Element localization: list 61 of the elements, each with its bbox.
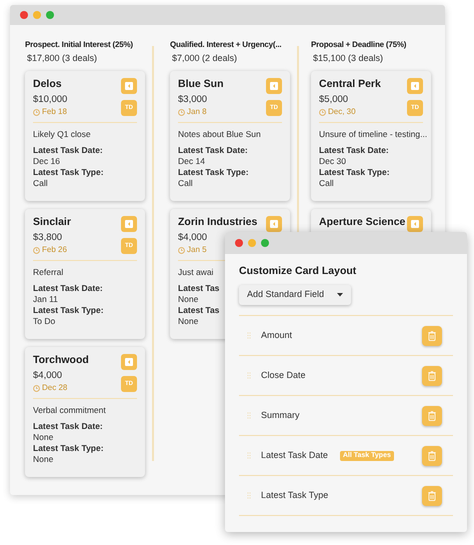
deal-note: Likely Q1 close — [33, 129, 91, 140]
field-label: Latest Task Type: — [319, 167, 390, 178]
close-date: Jan 8 — [187, 107, 207, 117]
deal-amount: $5,000 — [319, 94, 348, 106]
stage-total: $15,100 (3 deals) — [313, 52, 384, 64]
field-value: Dec 30 — [319, 156, 346, 167]
field-value: Dec 14 — [178, 156, 205, 167]
close-date: Dec, 30 — [328, 107, 356, 117]
deal-amount: $4,000 — [178, 232, 208, 244]
field-value: Jan 11 — [33, 294, 58, 305]
deal-name: Delos — [33, 77, 62, 91]
deal-name: Aperture Science — [319, 215, 406, 229]
deal-amount: $3,000 — [178, 94, 208, 106]
close-date: Feb 18 — [42, 107, 67, 117]
close-date: Dec 28 — [42, 383, 68, 393]
field-label: Latest Tas — [178, 283, 220, 294]
field-label: Latest Tas — [178, 305, 220, 316]
deal-note: Referral — [33, 267, 64, 278]
deal-name: Zorin Industries — [178, 215, 258, 229]
field-value: None — [178, 294, 198, 305]
deal-amount: $3,800 — [33, 232, 62, 244]
field-value: Call — [33, 178, 48, 189]
stage-total: $7,000 (2 deals) — [172, 52, 238, 64]
field-value: None — [33, 432, 54, 443]
deal-name: Torchwood — [33, 353, 89, 367]
deal-name: Blue Sun — [178, 77, 224, 91]
field-value: Call — [178, 178, 193, 189]
deal-amount: $10,000 — [33, 94, 68, 106]
field-label: Latest Task Date: — [178, 145, 248, 156]
field-label: Latest Task Date: — [33, 145, 103, 156]
deal-note: Unsure of timeline - testing... — [319, 129, 428, 140]
field-label: Latest Task Type: — [33, 305, 104, 316]
deal-name: Central Perk — [319, 77, 381, 91]
field-name: Summary — [261, 408, 300, 422]
field-value: Call — [319, 178, 334, 189]
field-name: Latest Task Date — [261, 448, 328, 462]
stage-title: Prospect. Initial Interest (25%) — [25, 40, 134, 50]
stage-title: Qualified. Interest + Urgency(... — [170, 40, 282, 50]
field-value: None — [178, 316, 198, 327]
deal-note: Just awai — [178, 267, 214, 278]
field-label: Latest Task Date: — [319, 145, 389, 156]
field-label: Latest Task Type: — [33, 443, 104, 454]
deal-note: Verbal commitment — [33, 405, 106, 416]
close-date: Feb 26 — [42, 245, 67, 255]
close-date: Jan 5 — [187, 245, 207, 255]
field-value: Dec 16 — [33, 156, 60, 167]
field-value: None — [33, 454, 54, 465]
dialog-heading: Customize Card Layout — [239, 264, 358, 278]
field-label: Latest Task Date: — [33, 283, 103, 294]
deal-amount: $4,000 — [33, 370, 62, 382]
field-name: Amount — [261, 328, 292, 342]
deal-name: Sinclair — [33, 215, 71, 229]
field-name: Latest Task Type — [261, 488, 328, 502]
field-name: Close Date — [261, 368, 306, 382]
stage-title: Proposal + Deadline (75%) — [311, 40, 408, 50]
field-label: Latest Task Type: — [178, 167, 249, 178]
stage-total: $17,800 (3 deals) — [27, 52, 98, 64]
field-label: Latest Task Type: — [33, 167, 104, 178]
field-label: Latest Task Date: — [33, 421, 103, 432]
deal-note: Notes about Blue Sun — [178, 129, 261, 140]
field-value: To Do — [33, 316, 56, 327]
